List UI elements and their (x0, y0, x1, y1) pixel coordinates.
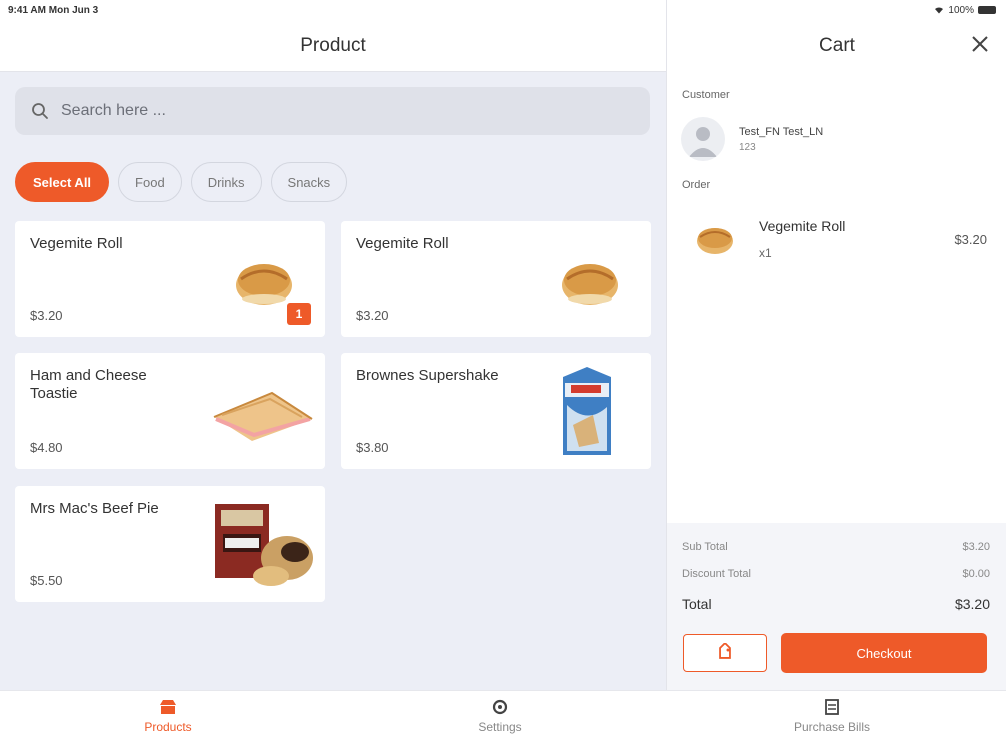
discount-label: Discount Total (682, 568, 751, 580)
filter-chips: Select All Food Drinks Snacks (15, 162, 348, 202)
discount-button[interactable] (683, 634, 767, 672)
product-price: $4.80 (30, 440, 63, 455)
search-input[interactable] (61, 102, 601, 120)
tab-settings-label: Settings (478, 720, 522, 734)
tab-purchase-bills-label: Purchase Bills (793, 720, 871, 734)
status-time: 9:41 AM Mon Jun 3 (8, 4, 99, 16)
product-card[interactable]: Ham and Cheese Toastie $4.80 (15, 353, 325, 469)
order-item-price: $3.20 (954, 232, 987, 247)
filter-drinks[interactable]: Drinks (190, 162, 262, 202)
subtotal-row: Sub Total $3.20 (682, 541, 990, 553)
customer-name: Test_FN Test_LN (739, 125, 824, 138)
total-row: Total $3.20 (682, 596, 990, 612)
product-name: Vegemite Roll (356, 235, 449, 252)
cart-summary: Sub Total $3.20 Discount Total $0.00 Tot… (667, 523, 1006, 690)
discount-value: $0.00 (962, 568, 990, 580)
product-name: Brownes Supershake (356, 367, 499, 384)
product-price: $5.50 (30, 573, 63, 588)
order-item-image (697, 228, 733, 254)
battery-icon (978, 6, 996, 14)
toastie-image (213, 391, 313, 441)
bill-icon (825, 699, 839, 715)
page-title: Product (300, 35, 366, 56)
tab-bar: Products Settings Purchase Bills (0, 690, 1006, 740)
shop-icon (160, 700, 176, 714)
filter-select-all[interactable]: Select All (15, 162, 110, 202)
product-price: $3.20 (30, 308, 63, 323)
discount-row: Discount Total $0.00 (682, 568, 990, 580)
product-price: $3.20 (356, 308, 389, 323)
order-item-qty: x1 (759, 246, 772, 260)
product-name: Mrs Mac's Beef Pie (30, 500, 159, 517)
product-card[interactable]: Brownes Supershake $3.80 (341, 353, 651, 469)
tab-purchase-bills[interactable]: Purchase Bills (732, 697, 932, 734)
pastry-roll-image (236, 264, 292, 305)
quantity-badge: 1 (287, 303, 311, 325)
close-icon (972, 36, 988, 52)
search-bar[interactable] (15, 87, 650, 135)
total-value: $3.20 (954, 596, 990, 612)
total-label: Total (682, 596, 712, 612)
tag-icon (719, 643, 731, 659)
product-card[interactable]: Vegemite Roll $3.20 1 (15, 221, 325, 337)
cart-title: Cart (819, 35, 855, 56)
subtotal-label: Sub Total (682, 541, 728, 553)
search-icon (32, 103, 48, 119)
order-label: Order (682, 179, 711, 191)
subtotal-value: $3.20 (962, 541, 990, 553)
cart-pane: Cart Customer Test_FN Test_LN 123 Order … (666, 0, 1006, 690)
customer-id: 123 (739, 141, 756, 153)
filter-food[interactable]: Food (118, 162, 182, 202)
wifi-icon (935, 7, 944, 14)
product-name: Ham and Cheese Toastie (30, 367, 147, 402)
tab-settings[interactable]: Settings (400, 697, 600, 734)
order-item[interactable]: Vegemite Roll x1 $3.20 (681, 212, 993, 268)
customer-row[interactable]: Test_FN Test_LN 123 (681, 117, 823, 161)
settings-icon (492, 699, 508, 715)
product-card[interactable]: Mrs Mac's Beef Pie $5.50 (15, 486, 325, 602)
checkout-button[interactable]: Checkout (781, 633, 987, 673)
order-item-name: Vegemite Roll (759, 218, 846, 234)
milk-carton-image (563, 367, 611, 455)
close-button[interactable] (969, 33, 991, 55)
avatar (681, 117, 725, 161)
status-bar: 9:41 AM Mon Jun 3 100% (0, 0, 1006, 20)
customer-label: Customer (682, 89, 730, 101)
battery-text: 100% (948, 4, 974, 16)
product-price: $3.80 (356, 440, 389, 455)
meat-pie-image (215, 504, 313, 586)
user-icon (689, 127, 717, 157)
tab-products[interactable]: Products (68, 697, 268, 734)
products-pane: Product Select All Food Drinks Snacks Ve… (0, 0, 666, 690)
product-name: Vegemite Roll (30, 235, 123, 252)
pastry-roll-image (562, 264, 618, 305)
tab-products-label: Products (144, 720, 192, 734)
product-card[interactable]: Vegemite Roll $3.20 (341, 221, 651, 337)
filter-snacks[interactable]: Snacks (270, 162, 348, 202)
